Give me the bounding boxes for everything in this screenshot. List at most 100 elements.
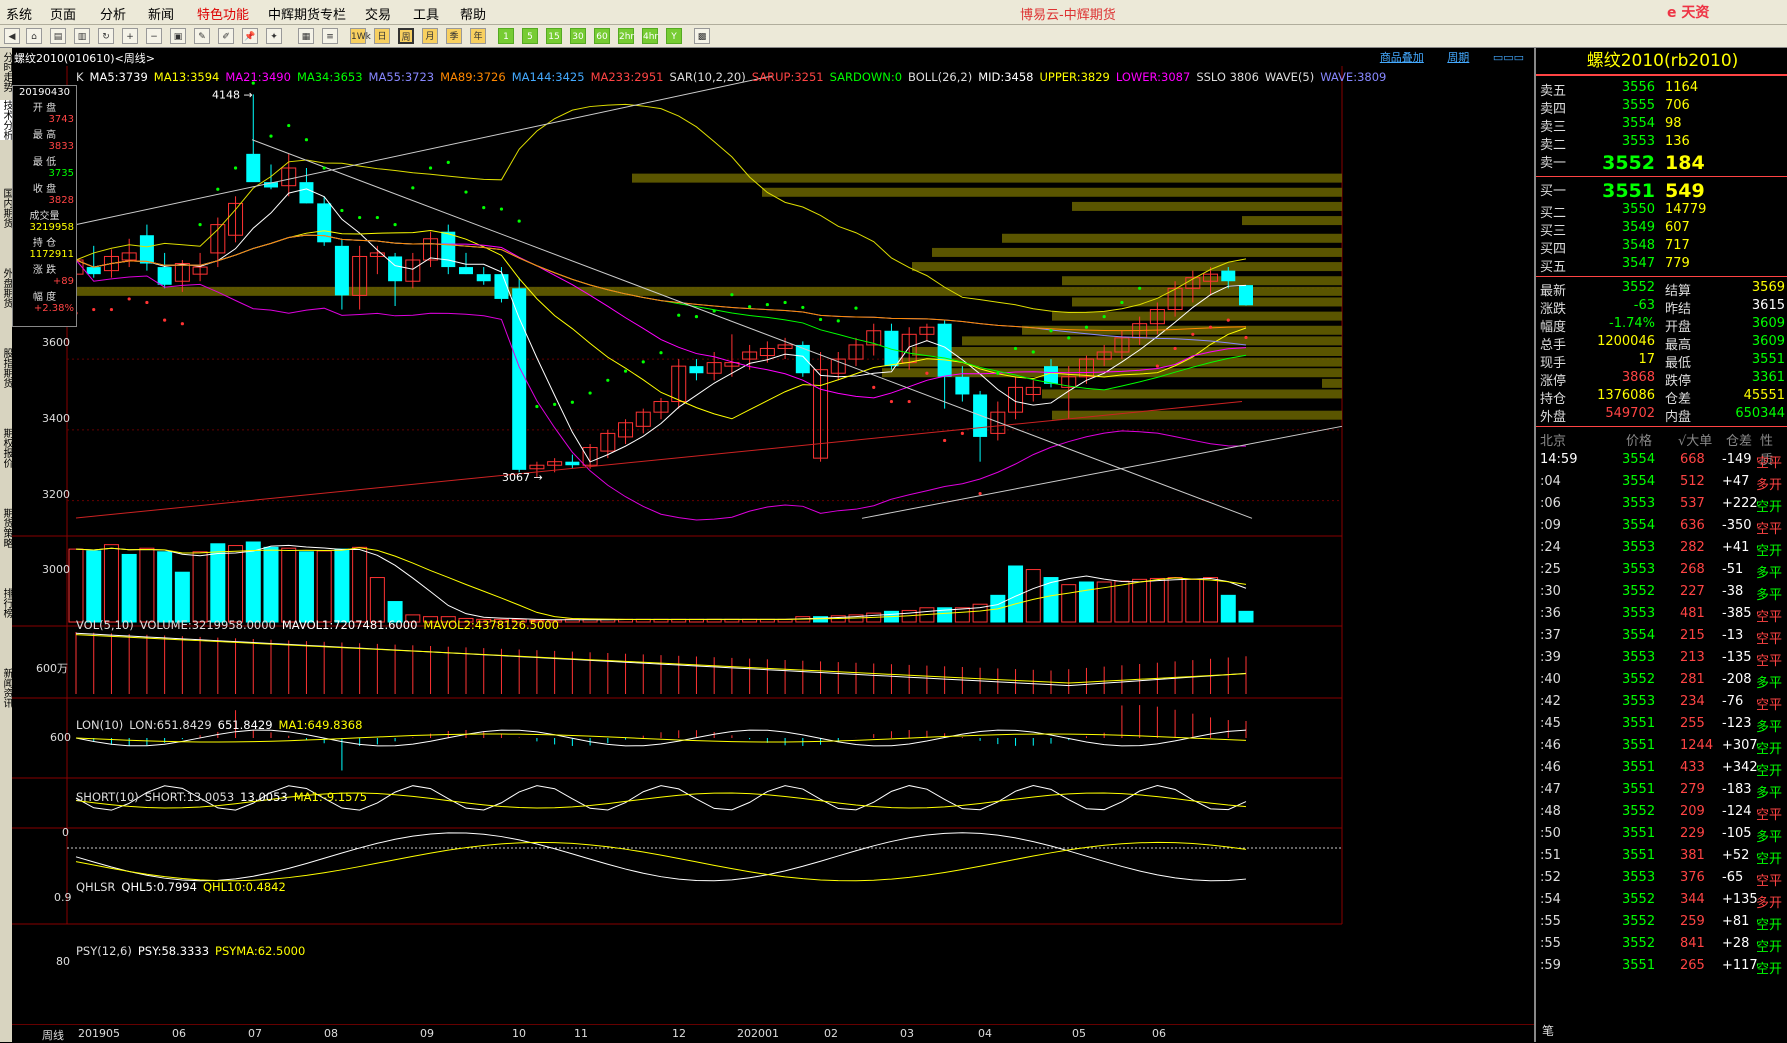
- period-15min[interactable]: 15: [546, 28, 562, 44]
- bar-info-box: 20190430 开 盘 3743 最 高 3833 最 低 3735 收 盘 …: [12, 85, 77, 327]
- menu-analysis[interactable]: 分析: [100, 4, 126, 23]
- legend-item: MA89:3726: [440, 70, 506, 84]
- menu-system[interactable]: 系统: [6, 4, 32, 23]
- stat-label: 现手: [1540, 356, 1567, 371]
- sar-dot: [1031, 350, 1035, 354]
- tick-p: 3552: [1622, 804, 1656, 819]
- quote-volume: 706: [1665, 98, 1690, 113]
- bid-row[interactable]: 买一 3551 549: [1540, 180, 1785, 202]
- period-label[interactable]: 周线: [42, 1027, 64, 1043]
- window-icon[interactable]: ▣: [170, 28, 186, 44]
- stat-label: 最新: [1540, 284, 1567, 299]
- short-indicator-legend: SHORT(10) SHORT:13.0053 13.0053 MA1:-9.1575: [76, 790, 373, 804]
- bid-row[interactable]: 买二 3550 14779: [1540, 202, 1785, 221]
- sar-dot: [960, 431, 964, 435]
- tab-news[interactable]: 新闻资讯: [0, 668, 12, 708]
- menu-trade[interactable]: 交易: [365, 4, 391, 23]
- tick-row: :37 3554 215 -13 空平: [1540, 628, 1785, 650]
- refresh-icon[interactable]: ↻: [98, 28, 114, 44]
- menu-news[interactable]: 新闻: [148, 4, 174, 23]
- menu-help[interactable]: 帮助: [460, 4, 486, 23]
- tab-options[interactable]: 期权报价: [0, 428, 12, 468]
- tick-v: 213: [1680, 650, 1705, 665]
- overlay-link[interactable]: 商品叠加: [1380, 51, 1424, 64]
- back-icon[interactable]: ◀: [4, 28, 20, 44]
- chart-icon[interactable]: ▤: [50, 28, 66, 44]
- period-2hr[interactable]: 2hr: [618, 28, 634, 44]
- tick-t: :47: [1540, 782, 1561, 797]
- stat-value2: 3615: [1751, 298, 1785, 313]
- pen-icon[interactable]: ✎: [194, 28, 210, 44]
- tick-d: -13: [1722, 628, 1744, 643]
- tick-p: 3551: [1622, 848, 1656, 863]
- sar-dot: [553, 402, 557, 406]
- period-day[interactable]: 日: [374, 28, 390, 44]
- period-1wk[interactable]: 1Wk: [350, 28, 371, 44]
- tick-n: 空平: [1756, 632, 1783, 647]
- period-1min[interactable]: 1: [498, 28, 514, 44]
- new-icon[interactable]: ✦: [266, 28, 282, 44]
- menu-column[interactable]: 中辉期货专栏: [268, 4, 346, 23]
- candle-body-down: [795, 344, 810, 374]
- tab-timeshare[interactable]: 分时走势: [0, 52, 12, 92]
- tick-p: 3551: [1622, 760, 1656, 775]
- menu-tools[interactable]: 工具: [413, 4, 439, 23]
- bid-row[interactable]: 买三 3549 607: [1540, 220, 1785, 239]
- tick-row: :06 3553 537 +222 空开: [1540, 496, 1785, 518]
- zoom-in-icon[interactable]: +: [122, 28, 138, 44]
- stat-row: 外盘 549702 内盘 650344: [1540, 406, 1785, 425]
- period-month[interactable]: 月: [422, 28, 438, 44]
- ask-row[interactable]: 卖四 3555 706: [1540, 98, 1785, 117]
- legend-item: LON:651.8429: [129, 718, 212, 732]
- menu-page[interactable]: 页面: [50, 4, 76, 23]
- menu-features[interactable]: 特色功能: [197, 4, 249, 23]
- bid-row[interactable]: 买四 3548 717: [1540, 238, 1785, 257]
- book-icon[interactable]: ▥: [74, 28, 90, 44]
- tab-index[interactable]: 股指期货: [0, 348, 12, 388]
- zoom-out-icon[interactable]: −: [146, 28, 162, 44]
- candle-body-down: [459, 267, 473, 275]
- x-date-label: 02: [824, 1027, 838, 1040]
- tab-domestic[interactable]: 国内期货: [0, 188, 12, 228]
- tick-v: 481: [1680, 606, 1705, 621]
- period-4hr[interactable]: 4hr: [642, 28, 658, 44]
- pin-icon[interactable]: 📌: [242, 28, 258, 44]
- ask-row[interactable]: 卖三 3554 98: [1540, 116, 1785, 135]
- period-60min[interactable]: 60: [594, 28, 610, 44]
- period-week[interactable]: 周: [398, 28, 414, 44]
- stat-value: -63: [1633, 298, 1655, 313]
- calc-icon[interactable]: ▩: [694, 28, 710, 44]
- sar-dot: [517, 219, 521, 223]
- ask-row[interactable]: 卖一 3552 184: [1540, 152, 1785, 174]
- period-link[interactable]: 周期: [1447, 51, 1469, 64]
- legend-item: MA21:3490: [225, 70, 291, 84]
- tab-strategy[interactable]: 期货策略: [0, 508, 12, 548]
- sar-dot: [712, 309, 716, 313]
- sar-dot: [1102, 315, 1106, 319]
- window-controls-icon[interactable]: ▭▭▭: [1493, 51, 1524, 64]
- period-year[interactable]: 年: [470, 28, 486, 44]
- tick-d: -208: [1722, 672, 1752, 687]
- ask-row[interactable]: 卖二 3553 136: [1540, 134, 1785, 153]
- tab-ranking[interactable]: 排行榜: [0, 588, 12, 618]
- tab-foreign[interactable]: 外盘期货: [0, 268, 12, 308]
- period-5min[interactable]: 5: [522, 28, 538, 44]
- candle-body-down: [476, 274, 491, 282]
- volume-bar: [334, 548, 350, 623]
- period-30min[interactable]: 30: [570, 28, 586, 44]
- bid-row[interactable]: 买五 3547 779: [1540, 256, 1785, 275]
- period-custom[interactable]: Y: [666, 28, 682, 44]
- list-icon[interactable]: ≡: [322, 28, 338, 44]
- tick-p: 3553: [1622, 870, 1656, 885]
- tick-d: +81: [1722, 914, 1750, 929]
- ask-row[interactable]: 卖五 3556 1164: [1540, 80, 1785, 99]
- tick-v: 1244: [1680, 738, 1714, 753]
- y-label-3200: 3200: [42, 488, 70, 501]
- tab-technical[interactable]: 技术分析: [0, 100, 12, 140]
- grid-icon[interactable]: ▦: [298, 28, 314, 44]
- sar-dot: [765, 302, 769, 307]
- draw-icon[interactable]: ✐: [218, 28, 234, 44]
- tick-d: -183: [1722, 782, 1752, 797]
- period-quarter[interactable]: 季: [446, 28, 462, 44]
- home-icon[interactable]: ⌂: [26, 28, 42, 44]
